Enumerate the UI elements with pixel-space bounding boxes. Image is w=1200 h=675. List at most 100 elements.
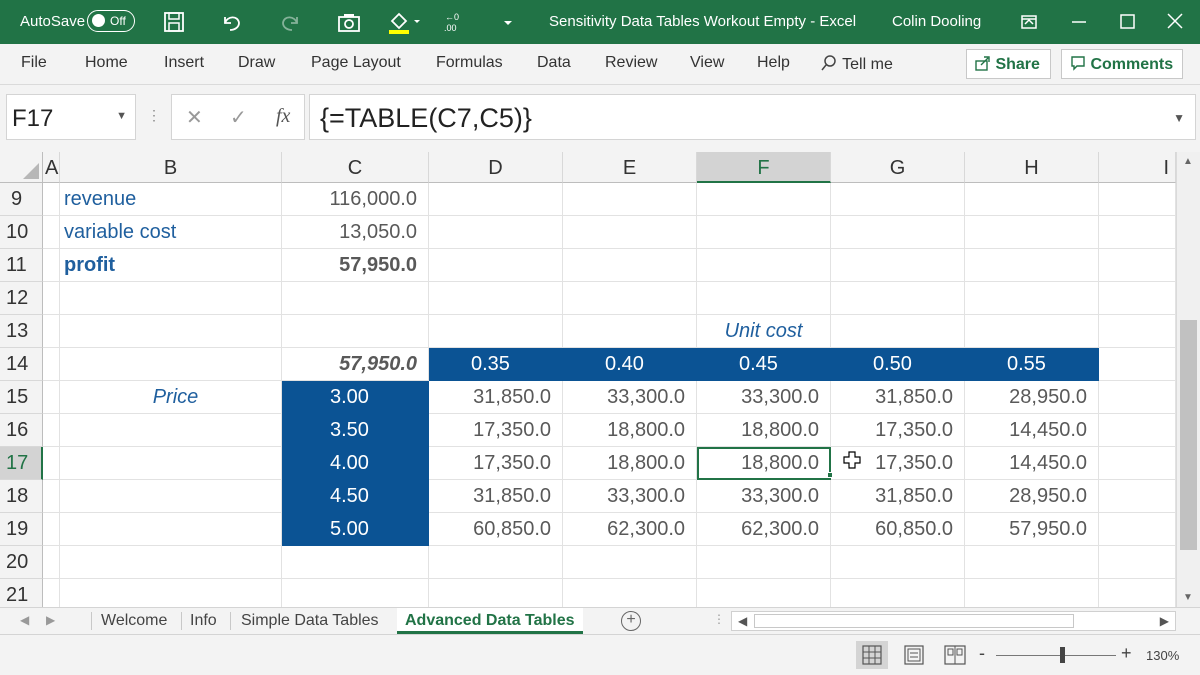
empty-cell[interactable]	[60, 579, 282, 607]
value-variable-cost[interactable]: 13,050.0	[282, 216, 429, 249]
table-cell[interactable]: 31,850.0	[429, 381, 563, 414]
empty-cell[interactable]	[60, 546, 282, 579]
empty-cell[interactable]	[697, 216, 831, 249]
name-box[interactable]: F17 ▼	[6, 94, 136, 140]
user-name[interactable]: Colin Dooling	[892, 13, 981, 30]
empty-cell[interactable]	[429, 579, 563, 607]
insert-function-button[interactable]: fx	[276, 105, 290, 128]
column-header-f[interactable]: F	[697, 152, 831, 183]
scroll-down-icon[interactable]: ▼	[1183, 592, 1193, 603]
table-cell[interactable]: 31,850.0	[429, 480, 563, 513]
row-header-19[interactable]: 19	[0, 513, 43, 546]
zoom-slider[interactable]	[996, 655, 1116, 656]
table-cell[interactable]: 18,800.0	[563, 447, 697, 480]
empty-cell[interactable]	[965, 249, 1099, 282]
empty-cell[interactable]	[429, 216, 563, 249]
empty-cell[interactable]	[965, 216, 1099, 249]
empty-cell[interactable]	[831, 183, 965, 216]
empty-cell[interactable]	[43, 513, 60, 546]
table-cell[interactable]: 57,950.0	[965, 513, 1099, 546]
sheet-tab-simple-data-tables[interactable]: Simple Data Tables	[241, 608, 379, 634]
table-cell[interactable]: 60,850.0	[429, 513, 563, 546]
price-1[interactable]: 3.50	[282, 414, 429, 447]
empty-cell[interactable]	[1099, 216, 1176, 249]
zoom-level[interactable]: 130%	[1146, 648, 1179, 663]
empty-cell[interactable]	[697, 579, 831, 607]
column-header-b[interactable]: B	[60, 152, 282, 183]
label-variable-cost[interactable]: variable cost	[60, 216, 282, 249]
empty-cell[interactable]	[43, 381, 60, 414]
row-header-17[interactable]: 17	[0, 447, 43, 480]
row-header-15[interactable]: 15	[0, 381, 43, 414]
formula-bar-resize-handle[interactable]: ⋮	[147, 107, 161, 124]
row-header-11[interactable]: 11	[0, 249, 43, 282]
page-layout-view-button[interactable]	[898, 641, 930, 669]
empty-cell[interactable]	[1099, 546, 1176, 579]
value-revenue[interactable]: 116,000.0	[282, 183, 429, 216]
normal-view-button[interactable]	[856, 641, 888, 669]
unit-cost-0[interactable]: 0.35	[429, 348, 563, 381]
active-cell-f17[interactable]: 18,800.0	[697, 447, 831, 480]
empty-cell[interactable]	[43, 216, 60, 249]
prev-sheet-icon[interactable]: ◀	[20, 613, 29, 627]
empty-cell[interactable]	[43, 315, 60, 348]
value-profit[interactable]: 57,950.0	[282, 249, 429, 282]
empty-cell[interactable]	[43, 183, 60, 216]
empty-cell[interactable]	[43, 282, 60, 315]
comments-button[interactable]: Comments	[1061, 49, 1183, 79]
cancel-icon[interactable]: ✕	[186, 105, 203, 130]
empty-cell[interactable]	[563, 216, 697, 249]
empty-cell[interactable]	[1099, 183, 1176, 216]
tab-insert[interactable]: Insert	[164, 54, 204, 72]
empty-cell[interactable]	[965, 579, 1099, 607]
row-header-10[interactable]: 10	[0, 216, 43, 249]
scroll-up-icon[interactable]: ▲	[1183, 156, 1193, 167]
empty-cell[interactable]	[563, 183, 697, 216]
empty-cell[interactable]	[60, 348, 282, 381]
table-cell[interactable]: 17,350.0	[429, 414, 563, 447]
empty-cell[interactable]	[282, 282, 429, 315]
table-cell[interactable]: 18,800.0	[697, 414, 831, 447]
vertical-scrollbar[interactable]: ▲ ▼	[1176, 152, 1200, 607]
row-header-20[interactable]: 20	[0, 546, 43, 579]
scroll-right-icon[interactable]: ▶	[1160, 614, 1169, 628]
table-cell[interactable]: 28,950.0	[965, 381, 1099, 414]
ribbon-display-icon[interactable]	[1014, 8, 1044, 36]
empty-cell[interactable]	[1099, 282, 1176, 315]
empty-cell[interactable]	[429, 282, 563, 315]
empty-cell[interactable]	[60, 447, 282, 480]
zoom-out-button[interactable]: -	[979, 643, 985, 664]
table-cell[interactable]: 17,350.0	[429, 447, 563, 480]
empty-cell[interactable]	[1099, 249, 1176, 282]
empty-cell[interactable]	[697, 249, 831, 282]
column-header-d[interactable]: D	[429, 152, 563, 183]
empty-cell[interactable]	[43, 480, 60, 513]
table-cell[interactable]: 62,300.0	[563, 513, 697, 546]
row-header-18[interactable]: 18	[0, 480, 43, 513]
fill-handle[interactable]	[827, 472, 833, 478]
tab-page-layout[interactable]: Page Layout	[311, 54, 401, 72]
unit-cost-4[interactable]: 0.55	[965, 348, 1099, 381]
sheet-tab-welcome[interactable]: Welcome	[101, 608, 167, 634]
column-header-a[interactable]: A	[43, 152, 60, 183]
empty-cell[interactable]	[965, 183, 1099, 216]
table-cell[interactable]: 14,450.0	[965, 447, 1099, 480]
empty-cell[interactable]	[1099, 414, 1176, 447]
add-sheet-icon[interactable]: +	[621, 611, 641, 631]
decimal-icon[interactable]: ←0.00	[440, 9, 466, 35]
tab-draw[interactable]: Draw	[238, 54, 275, 72]
empty-cell[interactable]	[697, 546, 831, 579]
empty-cell[interactable]	[831, 579, 965, 607]
empty-cell[interactable]	[1099, 381, 1176, 414]
empty-cell[interactable]	[1099, 315, 1176, 348]
tab-data[interactable]: Data	[537, 54, 571, 72]
empty-cell[interactable]	[563, 282, 697, 315]
empty-cell[interactable]	[60, 480, 282, 513]
empty-cell[interactable]	[563, 579, 697, 607]
empty-cell[interactable]	[563, 546, 697, 579]
tab-file[interactable]: File	[21, 54, 47, 72]
empty-cell[interactable]	[429, 249, 563, 282]
empty-cell[interactable]	[282, 579, 429, 607]
maximize-icon[interactable]	[1112, 8, 1142, 36]
table-cell[interactable]: 31,850.0	[831, 480, 965, 513]
